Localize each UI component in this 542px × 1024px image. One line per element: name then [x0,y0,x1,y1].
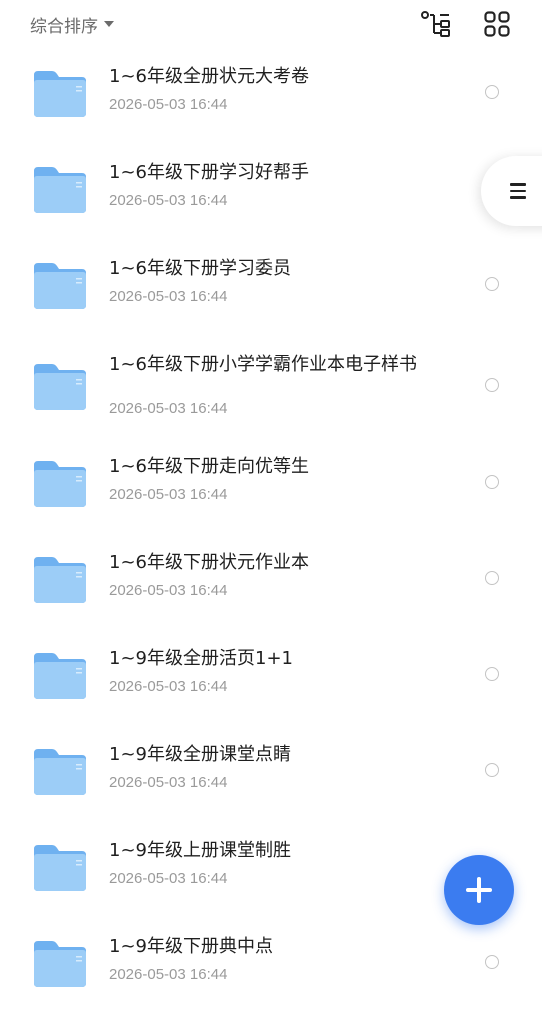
file-date: 2026-05-03 16:44 [109,400,228,417]
file-list-item[interactable]: 1~6年级下册走向优等生 2026-05-03 16:44 [0,438,542,534]
file-list-item[interactable]: 1~9年级全册活页1+1 2026-05-03 16:44 [0,630,542,726]
folder-icon [34,71,86,117]
file-name: 1~6年级下册小学学霸作业本电子样书 [109,354,417,375]
folder-icon [34,845,86,891]
select-radio[interactable] [485,955,499,969]
file-name: 1~9年级全册课堂点睛 [109,744,291,765]
folder-icon [34,653,86,699]
file-name: 1~6年级下册走向优等生 [109,456,309,477]
file-list-item[interactable]: 1~9年级下册典中点 2026-05-03 16:44 [0,918,542,1014]
file-list-item[interactable]: 1~6年级全册状元大考卷 2026-05-03 16:44 [0,48,542,144]
file-list-item[interactable]: 1~6年级下册小学学霸作业本电子样书 2026-05-03 16:44 [0,336,542,438]
file-date: 2026-05-03 16:44 [109,192,228,209]
folder-icon [34,263,86,309]
select-radio[interactable] [485,85,499,99]
file-name: 1~9年级下册典中点 [109,936,273,957]
select-radio[interactable] [485,475,499,489]
file-date: 2026-05-03 16:44 [109,96,228,113]
tree-view-icon[interactable] [420,8,452,40]
select-radio[interactable] [485,763,499,777]
file-name: 1~9年级全册活页1+1 [109,648,293,669]
file-name: 1~6年级全册状元大考卷 [109,66,309,87]
file-date: 2026-05-03 16:44 [109,678,228,695]
file-list-item[interactable]: 1~6年级下册状元作业本 2026-05-03 16:44 [0,534,542,630]
file-name: 1~9年级上册课堂制胜 [109,840,291,861]
file-browser-screen: 综合排序 1~6年级全册状元大考卷 2026-05-03 16:44 1~6年级… [0,0,542,1024]
file-name: 1~6年级下册状元作业本 [109,552,309,573]
toolbar: 综合排序 [0,0,542,48]
file-list-item[interactable]: 1~6年级下册学习委员 2026-05-03 16:44 [0,240,542,336]
side-drawer-handle[interactable] [481,156,542,226]
sort-dropdown-button[interactable]: 综合排序 [30,10,114,38]
file-list-item[interactable]: 1~9年级全册课堂点睛 2026-05-03 16:44 [0,726,542,822]
folder-icon [34,749,86,795]
file-date: 2026-05-03 16:44 [109,870,228,887]
file-name: 1~6年级下册学习好帮手 [109,162,309,183]
select-radio[interactable] [485,277,499,291]
sort-label: 综合排序 [30,16,98,37]
file-date: 2026-05-03 16:44 [109,966,228,983]
file-date: 2026-05-03 16:44 [109,288,228,305]
select-radio[interactable] [485,667,499,681]
file-date: 2026-05-03 16:44 [109,582,228,599]
folder-icon [34,167,86,213]
file-list-item[interactable]: 1~6年级下册学习好帮手 2026-05-03 16:44 [0,144,542,240]
add-button[interactable] [444,855,514,925]
file-name: 1~6年级下册学习委员 [109,258,291,279]
select-radio[interactable] [485,378,499,392]
folder-icon [34,461,86,507]
menu-icon [510,183,526,203]
select-radio[interactable] [485,571,499,585]
folder-icon [34,364,86,410]
folder-icon [34,557,86,603]
caret-down-icon [104,21,114,27]
file-date: 2026-05-03 16:44 [109,486,228,503]
grid-view-icon[interactable] [481,8,513,40]
folder-icon [34,941,86,987]
file-date: 2026-05-03 16:44 [109,774,228,791]
